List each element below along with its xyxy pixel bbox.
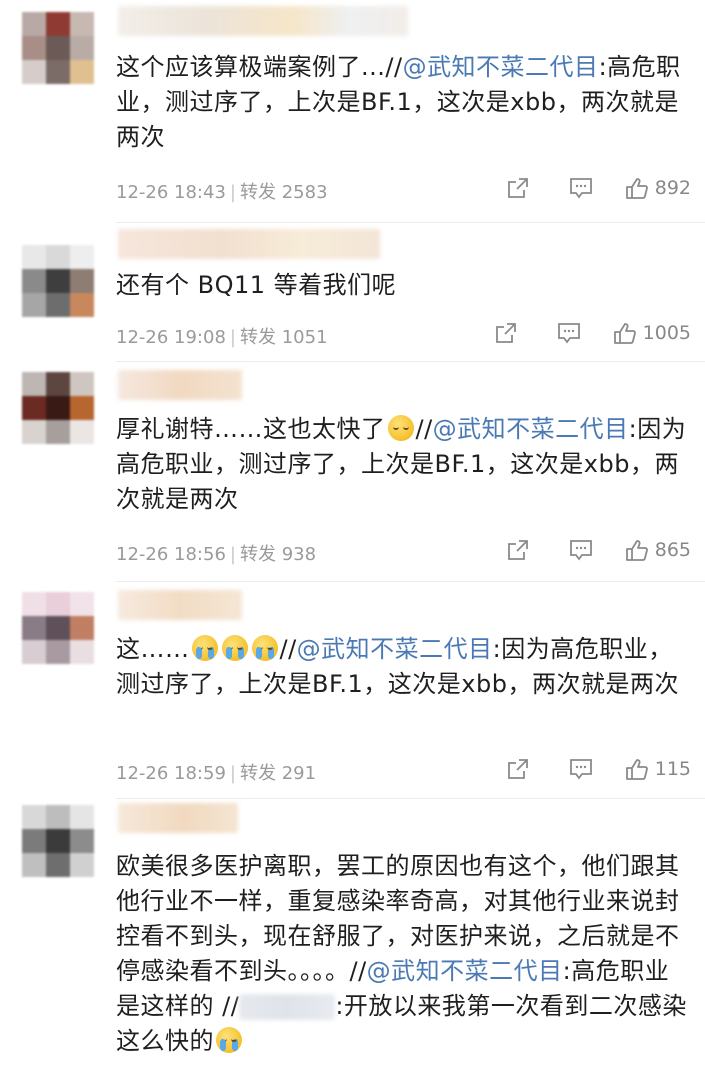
comment-text-sep: //	[279, 635, 297, 663]
avatar[interactable]	[22, 805, 94, 877]
like-button[interactable]: 865	[625, 539, 691, 561]
timestamp: 12-26 18:59	[116, 763, 226, 784]
comment-text-main: 这……	[116, 635, 190, 663]
redacted-username	[239, 994, 336, 1020]
timestamp: 12-26 18:43	[116, 182, 226, 203]
divider	[116, 361, 705, 362]
divider	[116, 798, 705, 799]
avatar[interactable]	[22, 592, 94, 664]
like-button[interactable]: 892	[625, 177, 691, 199]
comment-text: 这……//@武知不菜二代目:因为高危职业，测过序了，上次是BF.1，这次是xbb…	[116, 632, 687, 702]
username-blurred[interactable]	[118, 370, 242, 400]
crying-emoji-icon	[251, 635, 278, 661]
repost-label: 转发	[239, 182, 276, 203]
comment-icon[interactable]	[569, 539, 592, 561]
like-count: 892	[654, 177, 691, 199]
timestamp: 12-26 18:56	[116, 544, 226, 565]
comment-meta: 12-26 18:43 | 转发 2583	[116, 178, 328, 204]
like-count: 865	[654, 539, 691, 561]
comment-icon[interactable]	[557, 322, 580, 344]
repost-count: 938	[281, 544, 317, 565]
share-icon[interactable]	[507, 758, 529, 780]
mention-link[interactable]: @武知不菜二代目	[297, 635, 493, 663]
like-button[interactable]: 1005	[613, 322, 691, 344]
share-icon[interactable]	[507, 177, 529, 199]
comment-text-sep: //	[415, 415, 433, 443]
sweat-smile-emoji-icon	[387, 415, 414, 441]
repost-count: 2583	[281, 182, 328, 203]
thumbs-up-icon	[625, 539, 648, 561]
share-icon[interactable]	[495, 322, 517, 344]
comment-actions: 1005	[455, 322, 691, 344]
comment-actions: 892	[467, 177, 691, 199]
divider	[116, 581, 705, 582]
username-blurred[interactable]	[118, 803, 238, 833]
meta-separator: |	[229, 544, 236, 565]
username-blurred[interactable]	[118, 590, 242, 620]
comment-actions: 865	[467, 539, 691, 561]
comment-icon[interactable]	[569, 177, 592, 199]
repost-count: 291	[281, 763, 317, 784]
comment-text: 还有个 BQ11 等着我们呢	[116, 268, 687, 303]
like-count: 115	[654, 758, 691, 780]
share-icon[interactable]	[507, 539, 529, 561]
crying-emoji-icon	[216, 1027, 242, 1053]
crying-emoji-icon	[221, 635, 248, 661]
crying-emoji-icon	[191, 635, 218, 661]
comment-text-main: 厚礼谢特……这也太快了	[116, 415, 386, 443]
comment-icon[interactable]	[569, 758, 592, 780]
comment-meta: 12-26 19:08 | 转发 1051	[116, 323, 328, 349]
repost-label: 转发	[239, 544, 276, 565]
thumbs-up-icon	[625, 758, 648, 780]
meta-separator: |	[229, 182, 236, 203]
timestamp: 12-26 19:08	[116, 327, 226, 348]
comment-text: 欧美很多医护离职，罢工的原因也有这个，他们跟其他行业不一样，重复感染率奇高，对其…	[116, 849, 687, 1059]
comment-text: 厚礼谢特……这也太快了//@武知不菜二代目:因为高危职业，测过序了，上次是BF.…	[116, 412, 687, 517]
like-button[interactable]: 115	[625, 758, 691, 780]
comment-meta: 12-26 18:59 | 转发 291	[116, 759, 316, 785]
thumbs-up-icon	[613, 322, 636, 344]
comment-text-main: 这个应该算极端案例了...//	[116, 53, 403, 81]
mention-link[interactable]: @武知不菜二代目	[433, 415, 629, 443]
username-blurred[interactable]	[118, 6, 408, 36]
comment-meta: 12-26 18:56 | 转发 938	[116, 540, 316, 566]
avatar[interactable]	[22, 372, 94, 444]
thumbs-up-icon	[625, 177, 648, 199]
repost-count: 1051	[281, 327, 328, 348]
avatar[interactable]	[22, 245, 94, 317]
username-blurred[interactable]	[118, 229, 380, 259]
divider	[116, 222, 705, 223]
meta-separator: |	[229, 327, 236, 348]
comment-text-main: 还有个 BQ11 等着我们呢	[116, 271, 397, 299]
repost-label: 转发	[239, 763, 276, 784]
comment-text: 这个应该算极端案例了...//@武知不菜二代目:高危职业，测过序了，上次是BF.…	[116, 50, 687, 155]
avatar[interactable]	[22, 12, 94, 84]
like-count: 1005	[642, 322, 691, 344]
comment-actions: 115	[467, 758, 691, 780]
mention-link[interactable]: @武知不菜二代目	[367, 957, 563, 985]
mention-link[interactable]: @武知不菜二代目	[403, 53, 599, 81]
meta-separator: |	[229, 763, 236, 784]
repost-label: 转发	[239, 327, 276, 348]
